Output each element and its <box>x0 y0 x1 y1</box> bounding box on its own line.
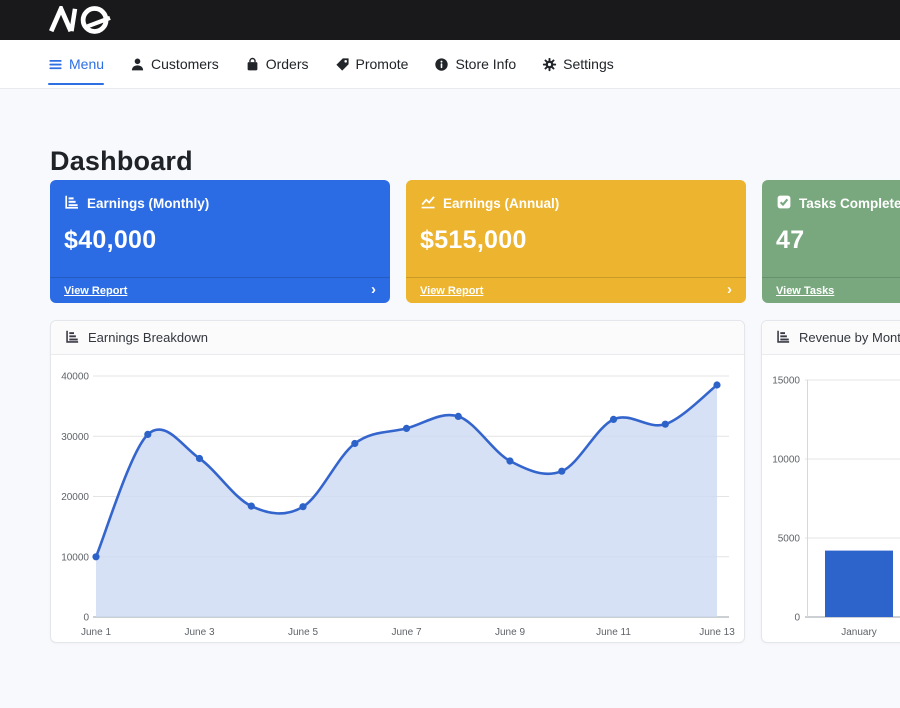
nav-item-menu[interactable]: Menu <box>48 40 104 88</box>
chart-title: Earnings Breakdown <box>88 330 208 345</box>
svg-text:15000: 15000 <box>772 376 800 387</box>
chart-card-header: Revenue by Month <box>762 321 900 355</box>
topbar <box>0 0 900 40</box>
svg-text:June 9: June 9 <box>495 627 525 638</box>
stat-card-body: Earnings (Annual) $515,000 <box>406 180 746 277</box>
svg-text:June 11: June 11 <box>596 627 631 638</box>
stat-card-footer[interactable]: View Report › <box>50 277 390 303</box>
nav-item-label: Orders <box>266 56 309 72</box>
view-report-link[interactable]: View Report <box>420 285 483 297</box>
earnings-line-chart: 0 10000 20000 30000 40000 June 1 June 3 June 5 J… <box>51 355 744 642</box>
chevron-right-icon: › <box>727 282 732 297</box>
earnings-breakdown-card: Earnings Breakdown 0 10000 20000 30000 40000… <box>50 320 745 643</box>
bar-chart-svg: 0 5000 10000 15000 January <box>770 361 900 642</box>
bag-icon <box>245 57 260 72</box>
stat-card-tasks-completed: Tasks Completed 47 View Tasks › <box>762 180 900 303</box>
svg-text:June 5: June 5 <box>288 627 318 638</box>
chart-icon <box>65 329 80 347</box>
stat-card-earnings-annual: Earnings (Annual) $515,000 View Report › <box>406 180 746 303</box>
gear-icon <box>542 57 557 72</box>
hamburger-icon <box>48 57 63 72</box>
stat-card-footer[interactable]: View Tasks › <box>762 277 900 303</box>
line-chart-icon <box>420 194 436 213</box>
tag-icon <box>335 57 350 72</box>
brand-logo[interactable] <box>48 6 130 34</box>
stat-card-title: Earnings (Monthly) <box>87 196 209 211</box>
info-icon <box>434 57 449 72</box>
chart-card-header: Earnings Breakdown <box>51 321 744 355</box>
nav-item-settings[interactable]: Settings <box>542 40 614 88</box>
svg-text:0: 0 <box>794 613 800 624</box>
page-title: Dashboard <box>50 146 900 177</box>
svg-text:40000: 40000 <box>61 372 89 383</box>
svg-text:0: 0 <box>83 613 89 624</box>
bar-chart-icon <box>64 194 80 213</box>
stat-card-title: Tasks Completed <box>799 196 900 211</box>
stat-card-value: $515,000 <box>420 226 732 255</box>
view-tasks-link[interactable]: View Tasks <box>776 285 834 297</box>
svg-text:June 7: June 7 <box>391 627 421 638</box>
svg-text:20000: 20000 <box>61 492 89 503</box>
nav-item-label: Promote <box>356 56 409 72</box>
nav-item-label: Menu <box>69 56 104 72</box>
line-chart-svg: 0 10000 20000 30000 40000 June 1 June 3 June 5 J… <box>59 361 738 642</box>
person-icon <box>130 57 145 72</box>
stat-card-value: 47 <box>776 226 900 255</box>
svg-text:10000: 10000 <box>772 455 800 466</box>
stat-card-earnings-monthly: Earnings (Monthly) $40,000 View Report › <box>50 180 390 303</box>
nav-item-store-info[interactable]: Store Info <box>434 40 516 88</box>
check-square-icon <box>776 194 792 213</box>
nav-item-label: Customers <box>151 56 219 72</box>
revenue-by-month-card: Revenue by Month 0 5000 10000 15000 January <box>761 320 900 643</box>
svg-text:June 3: June 3 <box>184 627 214 638</box>
stat-card-footer[interactable]: View Report › <box>406 277 746 303</box>
chart-row: Earnings Breakdown 0 10000 20000 30000 40000… <box>50 320 900 643</box>
svg-text:5000: 5000 <box>778 534 801 545</box>
svg-text:10000: 10000 <box>61 552 89 563</box>
main-navbar: Menu Customers Orders Promote Store Info… <box>0 40 900 89</box>
revenue-bar-chart: 0 5000 10000 15000 January <box>762 355 900 642</box>
chart-icon <box>776 329 791 347</box>
nav-item-promote[interactable]: Promote <box>335 40 409 88</box>
chart-title: Revenue by Month <box>799 330 900 345</box>
nav-item-label: Store Info <box>455 56 516 72</box>
nav-item-orders[interactable]: Orders <box>245 40 309 88</box>
nav-item-customers[interactable]: Customers <box>130 40 219 88</box>
stat-card-body: Tasks Completed 47 <box>762 180 900 277</box>
svg-text:30000: 30000 <box>61 432 89 443</box>
stat-card-value: $40,000 <box>64 226 376 255</box>
stat-card-title: Earnings (Annual) <box>443 196 559 211</box>
stat-card-row: Earnings (Monthly) $40,000 View Report ›… <box>50 180 900 303</box>
main-content: Dashboard Earnings (Monthly) $40,000 Vie… <box>0 89 900 643</box>
svg-text:June 1: June 1 <box>81 627 111 638</box>
view-report-link[interactable]: View Report <box>64 285 127 297</box>
brand-logo-icon <box>48 6 130 34</box>
svg-text:June 13: June 13 <box>699 627 735 638</box>
nav-item-label: Settings <box>563 56 614 72</box>
stat-card-body: Earnings (Monthly) $40,000 <box>50 180 390 277</box>
svg-text:January: January <box>841 627 877 638</box>
chevron-right-icon: › <box>371 282 376 297</box>
